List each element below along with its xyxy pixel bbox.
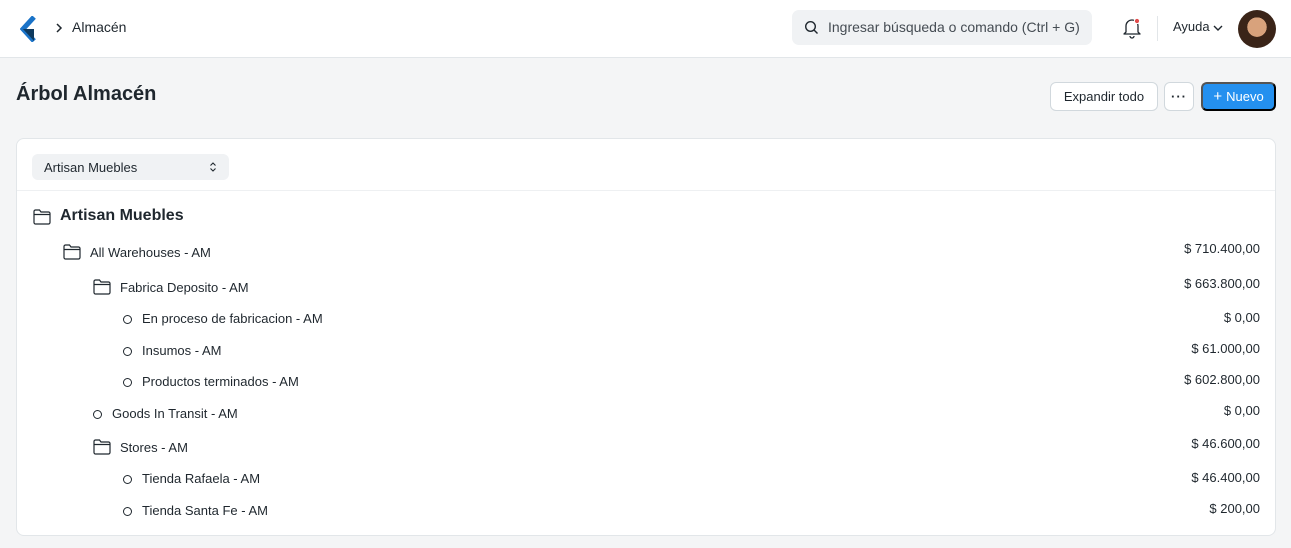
- bell-icon[interactable]: [1122, 17, 1142, 39]
- tree-node[interactable]: Productos terminados - AM $ 602.800,00: [17, 370, 1275, 394]
- folder-icon: [63, 244, 81, 260]
- tree-node-amount: $ 710.400,00: [1184, 241, 1260, 256]
- tree-node[interactable]: All Warehouses - AM $ 710.400,00: [17, 241, 1275, 265]
- leaf-circle-icon: [123, 347, 132, 356]
- search-bar[interactable]: Ingresar búsqueda o comando (Ctrl + G): [792, 10, 1092, 45]
- leaf-circle-icon: [93, 410, 102, 419]
- help-menu[interactable]: Ayuda: [1173, 19, 1210, 34]
- tree-node-amount: $ 0,00: [1223, 403, 1260, 418]
- leaf-circle-icon: [123, 507, 132, 516]
- tree-node[interactable]: Insumos - AM $ 61.000,00: [17, 339, 1275, 363]
- folder-icon: [33, 209, 51, 225]
- breadcrumb[interactable]: Almacén: [72, 19, 126, 35]
- app-logo-icon[interactable]: [20, 16, 38, 42]
- leaf-circle-icon: [123, 475, 132, 484]
- tree-node-label: All Warehouses - AM: [90, 245, 211, 260]
- tree-node-amount: $ 200,00: [1209, 501, 1260, 516]
- card-divider: [17, 190, 1275, 191]
- tree-card: Artisan Muebles Artisan Muebles All Ware…: [16, 138, 1276, 536]
- tree-node-label: Tienda Rafaela - AM: [142, 471, 261, 486]
- avatar[interactable]: [1238, 10, 1276, 48]
- tree-node[interactable]: En proceso de fabricacion - AM $ 0,00: [17, 307, 1275, 331]
- tree-node-label: En proceso de fabricacion - AM: [142, 311, 323, 326]
- company-select-value: Artisan Muebles: [44, 160, 138, 175]
- tree-node[interactable]: Tienda Rafaela - AM $ 46.400,00: [17, 467, 1275, 491]
- new-button-label: Nuevo: [1226, 89, 1264, 104]
- expand-all-button[interactable]: Expandir todo: [1050, 82, 1158, 111]
- more-actions-button[interactable]: ···: [1164, 82, 1194, 111]
- tree-node-root[interactable]: Artisan Muebles: [17, 205, 1275, 229]
- folder-icon: [93, 279, 111, 295]
- tree-node-label: Stores - AM: [120, 440, 188, 455]
- tree-node-label: Productos terminados - AM: [142, 374, 299, 389]
- navbar-divider: [1157, 16, 1158, 41]
- tree-node-label: Insumos - AM: [142, 343, 222, 358]
- leaf-circle-icon: [123, 315, 132, 324]
- tree-node-amount: $ 0,00: [1223, 310, 1260, 325]
- plus-icon: +: [1213, 88, 1223, 105]
- tree-node[interactable]: Goods In Transit - AM $ 0,00: [17, 402, 1275, 426]
- tree-node[interactable]: Stores - AM $ 46.600,00: [17, 436, 1275, 460]
- tree-node[interactable]: Tienda Santa Fe - AM $ 200,00: [17, 499, 1275, 523]
- tree-node[interactable]: Fabrica Deposito - AM $ 663.800,00: [17, 276, 1275, 300]
- company-select[interactable]: Artisan Muebles: [32, 154, 229, 180]
- tree-node-amount: $ 61.000,00: [1191, 341, 1260, 356]
- leaf-circle-icon: [123, 378, 132, 387]
- select-caret-icon: [210, 162, 216, 172]
- tree-node-amount: $ 46.600,00: [1191, 436, 1260, 451]
- tree-node-label: Tienda Santa Fe - AM: [142, 503, 268, 518]
- chevron-right-icon: [56, 23, 63, 33]
- tree-node-label: Goods In Transit - AM: [112, 406, 238, 421]
- new-button[interactable]: + Nuevo: [1201, 82, 1276, 111]
- chevron-down-icon[interactable]: [1213, 24, 1223, 32]
- folder-icon: [93, 439, 111, 455]
- tree-node-label: Fabrica Deposito - AM: [120, 280, 249, 295]
- tree-node-amount: $ 663.800,00: [1184, 276, 1260, 291]
- search-input[interactable]: Ingresar búsqueda o comando (Ctrl + G): [828, 19, 1080, 35]
- page-title: Árbol Almacén: [16, 83, 157, 105]
- navbar: Almacén Ingresar búsqueda o comando (Ctr…: [0, 0, 1291, 58]
- tree-node-amount: $ 602.800,00: [1184, 372, 1260, 387]
- tree-node-amount: $ 46.400,00: [1191, 470, 1260, 485]
- search-icon: [804, 20, 818, 34]
- tree-node-label: Artisan Muebles: [60, 207, 184, 224]
